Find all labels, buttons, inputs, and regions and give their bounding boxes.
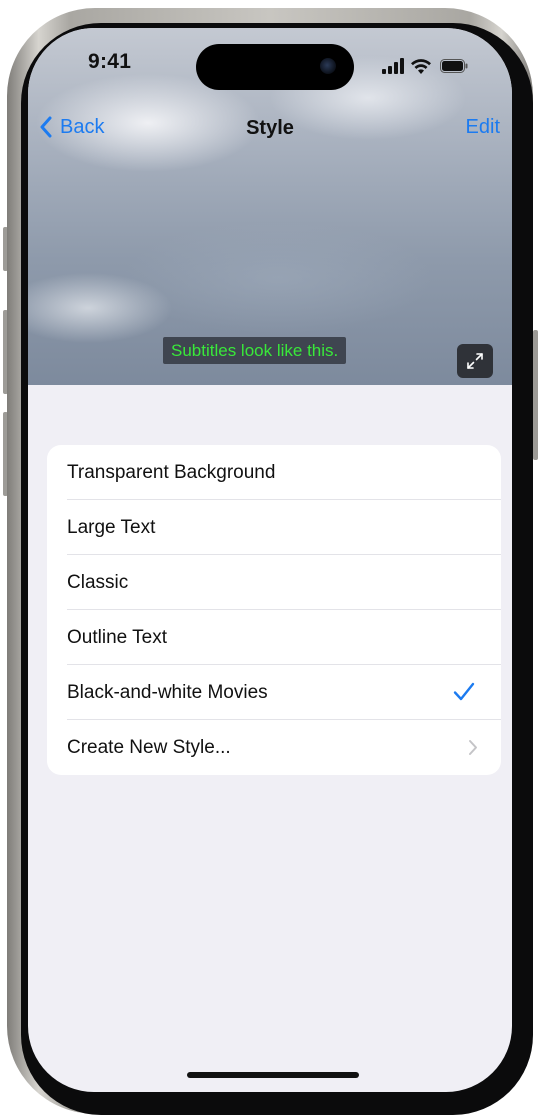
navigation-bar: Back Style Edit bbox=[28, 106, 512, 146]
style-option-label: Classic bbox=[67, 572, 129, 593]
edit-button[interactable]: Edit bbox=[466, 116, 500, 139]
style-option-outline-text[interactable]: Outline Text bbox=[47, 610, 501, 665]
cellular-signal-icon bbox=[382, 58, 404, 74]
checkmark-icon bbox=[453, 682, 475, 701]
create-new-style-row[interactable]: Create New Style... bbox=[47, 720, 501, 775]
style-option-black-and-white-movies[interactable]: Black-and-white Movies bbox=[47, 665, 501, 720]
screen: 9:41 Back Style Edit Subtitles look like… bbox=[28, 28, 512, 1092]
subtitle-preview: 9:41 Back Style Edit Subtitles look like… bbox=[28, 28, 512, 385]
style-option-label: Black-and-white Movies bbox=[67, 682, 268, 703]
status-bar: 9:41 bbox=[28, 28, 512, 108]
expand-arrows-icon bbox=[467, 353, 483, 369]
expand-preview-button[interactable] bbox=[457, 344, 493, 378]
page-title: Style bbox=[246, 117, 294, 139]
subtitle-sample-text: Subtitles look like this. bbox=[163, 337, 347, 364]
style-option-label: Outline Text bbox=[67, 627, 167, 648]
battery-icon bbox=[440, 59, 468, 73]
front-camera bbox=[320, 58, 336, 74]
style-option-transparent-background[interactable]: Transparent Background bbox=[47, 445, 501, 500]
style-option-label: Large Text bbox=[67, 517, 156, 538]
dynamic-island bbox=[196, 44, 354, 90]
power-button[interactable] bbox=[533, 330, 538, 460]
style-option-large-text[interactable]: Large Text bbox=[47, 500, 501, 555]
style-options-list: Transparent Background Large Text Classi… bbox=[47, 445, 501, 775]
home-indicator[interactable] bbox=[187, 1072, 359, 1078]
create-new-style-label: Create New Style... bbox=[67, 737, 231, 758]
style-option-label: Transparent Background bbox=[67, 462, 276, 483]
wifi-icon bbox=[411, 59, 431, 74]
status-time: 9:41 bbox=[88, 50, 132, 73]
style-option-classic[interactable]: Classic bbox=[47, 555, 501, 610]
chevron-right-icon bbox=[469, 740, 477, 755]
